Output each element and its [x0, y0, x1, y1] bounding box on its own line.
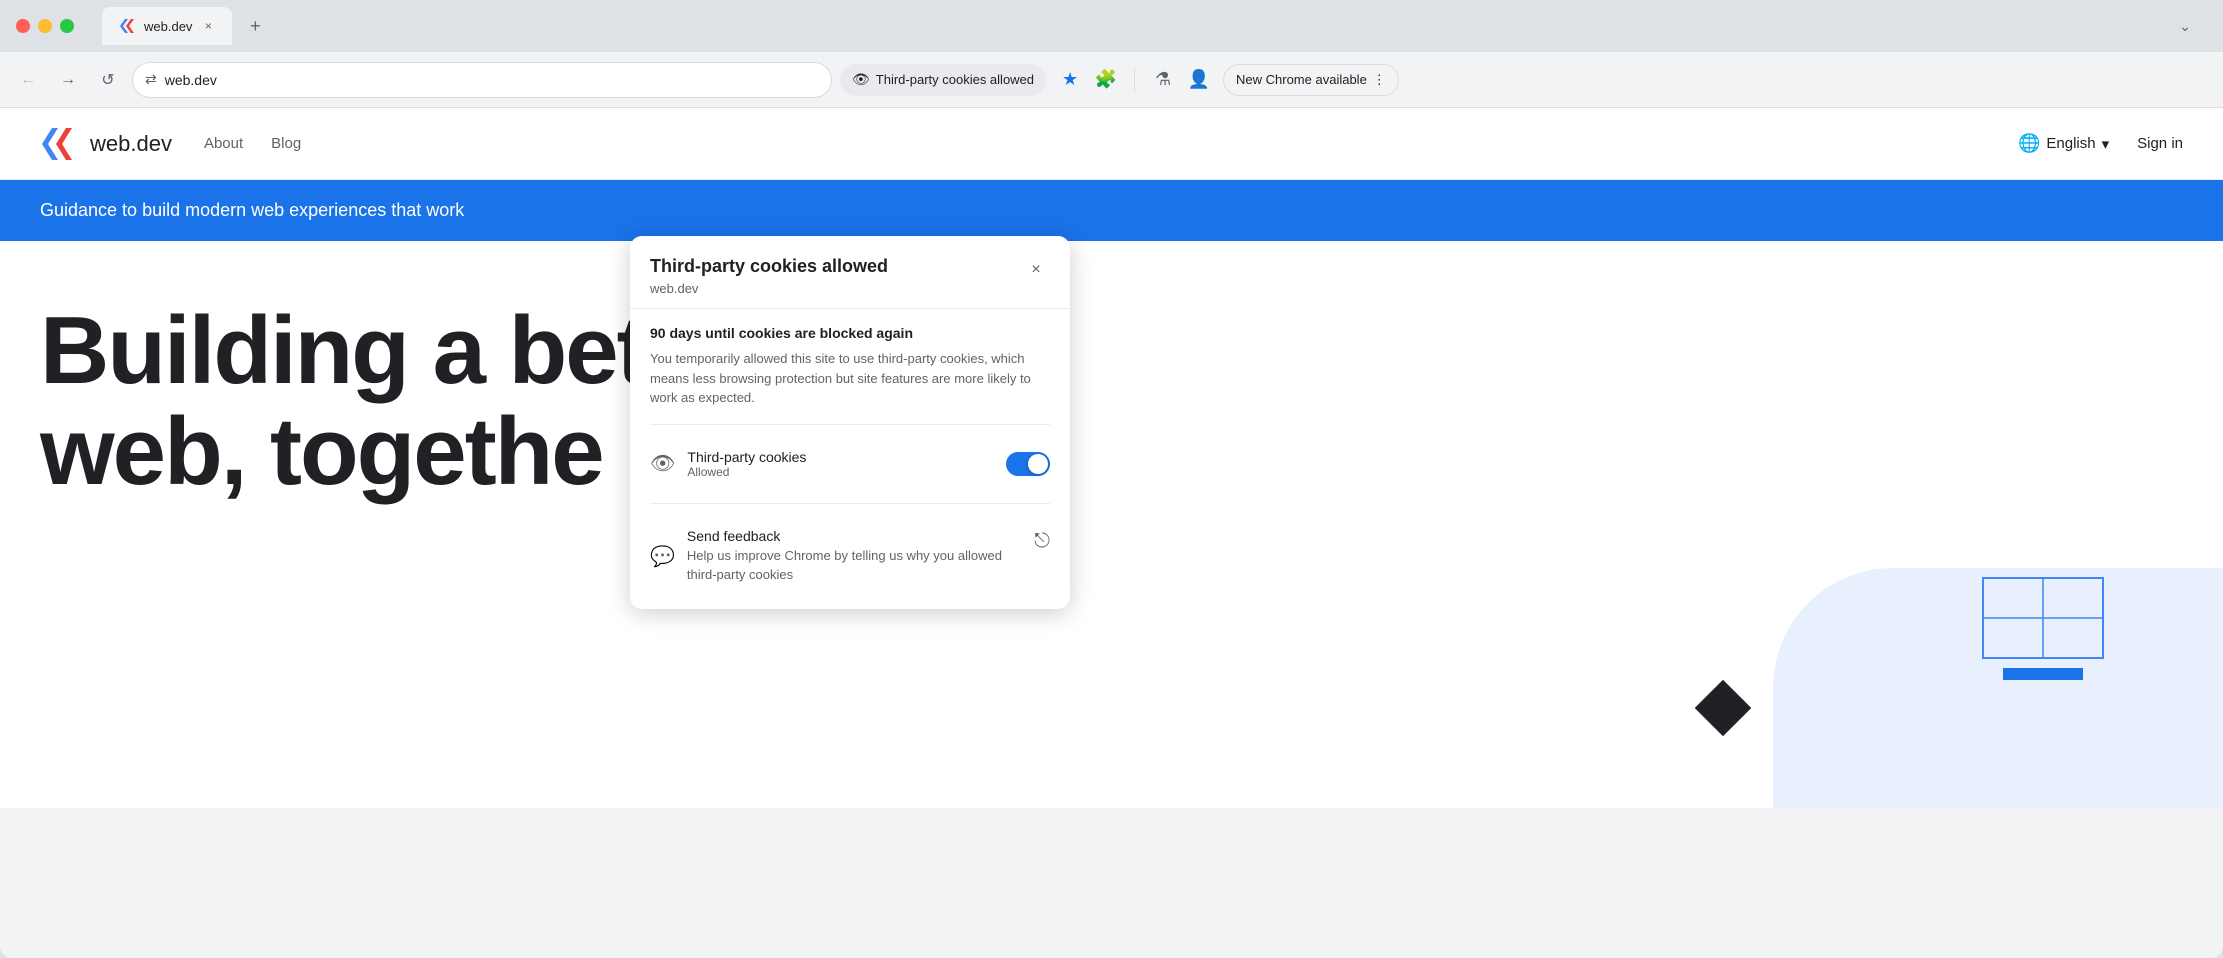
popup-warning-text: You temporarily allowed this site to use… — [650, 349, 1050, 408]
website-content: web.dev About Blog 🌐 English ▾ Sign in G… — [0, 108, 2223, 808]
popup-divider-2 — [650, 503, 1050, 504]
address-bar: ← → ↺ ⇄ web.dev 👁 Third-party cookies al… — [0, 52, 2223, 108]
popup-title-group: Third-party cookies allowed web.dev — [650, 256, 888, 296]
logo-text: web.dev — [90, 131, 172, 157]
site-nav-right: 🌐 English ▾ Sign in — [2006, 125, 2183, 162]
feedback-row-left: 💬 Send feedback Help us improve Chrome b… — [650, 528, 1034, 585]
toolbar-separator — [1134, 68, 1135, 92]
popup-close-button[interactable]: × — [1022, 256, 1050, 284]
hero-title-line1: Building a bet — [40, 297, 647, 404]
site-logo: web.dev — [40, 124, 172, 164]
url-display: web.dev — [165, 72, 819, 88]
browser-window: web.dev × + ⌄ ← → ↺ ⇄ web.dev 👁 Third-pa… — [0, 0, 2223, 958]
tab-expand-button[interactable]: ⌄ — [2179, 18, 2191, 35]
forward-icon: → — [60, 71, 76, 89]
language-button[interactable]: 🌐 English ▾ — [2006, 125, 2121, 162]
new-chrome-label: New Chrome available — [1236, 72, 1367, 87]
site-info-icon: ⇄ — [145, 71, 157, 88]
sign-in-button[interactable]: Sign in — [2137, 135, 2183, 152]
site-nav: web.dev About Blog 🌐 English ▾ Sign in — [0, 108, 2223, 180]
cookies-indicator-label: Third-party cookies allowed — [876, 72, 1034, 87]
lab-button[interactable]: ⚗ — [1147, 64, 1179, 96]
hero-banner-text: Guidance to build modern web experiences… — [40, 200, 464, 220]
tab-label: web.dev — [144, 19, 192, 34]
feedback-row-text: Send feedback Help us improve Chrome by … — [687, 528, 1034, 585]
logo-icon — [40, 124, 80, 164]
popup-body: 90 days until cookies are blocked again … — [630, 309, 1070, 609]
cookies-indicator-button[interactable]: 👁 Third-party cookies allowed — [840, 64, 1046, 96]
feedback-row-description: Help us improve Chrome by telling us why… — [687, 546, 1034, 585]
grid-illustration — [1943, 568, 2143, 748]
popup-title-row: Third-party cookies allowed web.dev × — [650, 256, 1050, 296]
forward-button[interactable]: → — [52, 64, 84, 96]
site-nav-links: About Blog — [204, 135, 301, 152]
popup-warning-title: 90 days until cookies are blocked again — [650, 325, 1050, 341]
tab-close-button[interactable]: × — [200, 18, 216, 34]
nav-blog-link[interactable]: Blog — [271, 135, 301, 152]
cookies-toggle[interactable] — [1006, 452, 1050, 476]
extensions-button[interactable]: 🧩 — [1090, 64, 1122, 96]
cookies-toggle-left: 👁 Third-party cookies Allowed — [650, 449, 806, 479]
toggle-knob — [1028, 454, 1048, 474]
feedback-row: 💬 Send feedback Help us improve Chrome b… — [650, 520, 1050, 593]
hero-banner: Guidance to build modern web experiences… — [0, 180, 2223, 241]
popup-header: Third-party cookies allowed web.dev × — [630, 236, 1070, 309]
popup-title: Third-party cookies allowed — [650, 256, 888, 277]
cookies-toggle-row: 👁 Third-party cookies Allowed — [650, 441, 1050, 487]
title-bar: web.dev × + ⌄ — [0, 0, 2223, 52]
toolbar-icons: ★ 🧩 — [1054, 64, 1122, 96]
globe-icon: 🌐 — [2018, 133, 2040, 154]
cookies-row-text: Third-party cookies Allowed — [687, 449, 806, 479]
cookies-popup: Third-party cookies allowed web.dev × 90… — [630, 236, 1070, 609]
feedback-row-title: Send feedback — [687, 528, 1034, 544]
minimize-window-button[interactable] — [38, 19, 52, 33]
back-icon: ← — [20, 71, 36, 89]
toolbar-icons-right: ⚗ 👤 — [1147, 64, 1215, 96]
omnibox[interactable]: ⇄ web.dev — [132, 62, 832, 98]
close-window-button[interactable] — [16, 19, 30, 33]
star-icon: ★ — [1062, 69, 1078, 90]
bookmark-button[interactable]: ★ — [1054, 64, 1086, 96]
language-label: English — [2046, 135, 2095, 152]
tab-bar: web.dev × + ⌄ — [86, 7, 2207, 45]
hero-title-line2: web, togethe — [40, 398, 603, 505]
chevron-down-icon: ▾ — [2102, 135, 2110, 153]
hero-title: Building a bet web, togethe — [40, 301, 2183, 503]
profile-button[interactable]: 👤 — [1183, 64, 1215, 96]
tab-favicon-icon — [118, 17, 136, 35]
cookies-eye-icon: 👁 — [650, 451, 675, 476]
new-tab-button[interactable]: + — [240, 11, 270, 41]
external-link-icon[interactable]: ⎋ — [1034, 530, 1050, 553]
popup-divider-1 — [650, 424, 1050, 425]
cookies-row-title: Third-party cookies — [687, 449, 806, 465]
eye-icon: 👁 — [852, 71, 870, 88]
nav-about-link[interactable]: About — [204, 135, 243, 152]
feedback-icon: 💬 — [650, 544, 675, 569]
new-chrome-button[interactable]: New Chrome available ⋮ — [1223, 64, 1399, 96]
active-tab[interactable]: web.dev × — [102, 7, 232, 45]
maximize-window-button[interactable] — [60, 19, 74, 33]
window-controls — [16, 19, 74, 33]
hero-section: Building a bet web, togethe — [0, 241, 2223, 563]
reload-icon: ↺ — [101, 70, 114, 90]
profile-icon: 👤 — [1188, 69, 1210, 90]
cookies-row-subtitle: Allowed — [687, 465, 806, 479]
more-options-icon: ⋮ — [1373, 72, 1386, 88]
back-button[interactable]: ← — [12, 64, 44, 96]
extensions-icon: 🧩 — [1095, 69, 1117, 90]
reload-button[interactable]: ↺ — [92, 64, 124, 96]
diamond-shape — [1695, 680, 1752, 737]
popup-subtitle: web.dev — [650, 281, 888, 296]
lab-icon: ⚗ — [1155, 69, 1171, 90]
